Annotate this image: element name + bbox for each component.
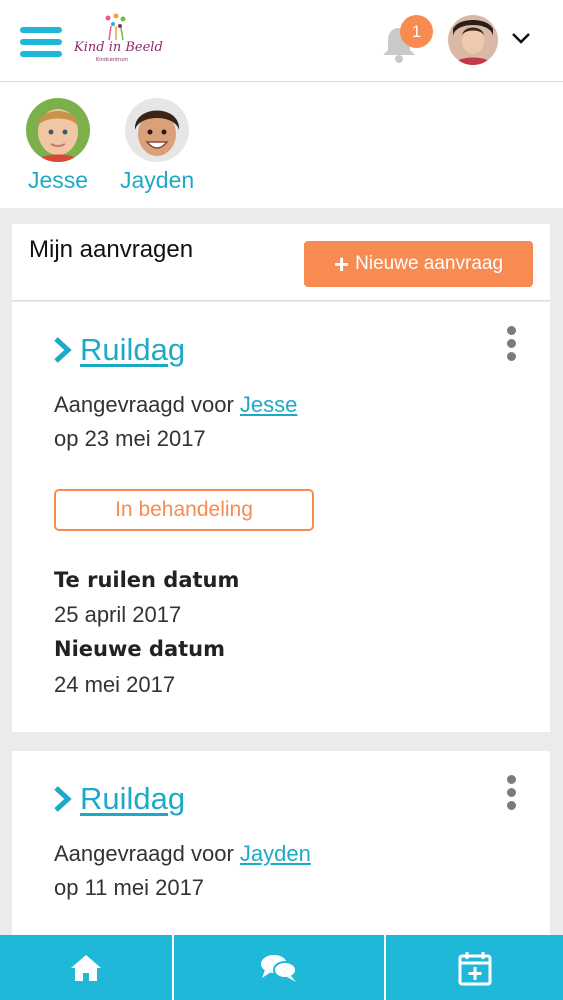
logo-subtitle: Kindcentrum xyxy=(96,57,129,63)
new-request-button[interactable]: + Nieuwe aanvraag xyxy=(304,241,533,287)
request-date: op 23 mei 2017 xyxy=(54,426,206,451)
chat-icon xyxy=(261,954,297,982)
request-card: Ruildag Aangevraagd voor Jayden op 11 me… xyxy=(12,751,550,951)
new-date-value: 24 mei 2017 xyxy=(54,672,176,697)
request-card: Ruildag Aangevraagd voor Jesse op 23 mei… xyxy=(12,302,550,732)
child-avatar xyxy=(26,98,90,162)
plus-icon: + xyxy=(333,249,350,279)
nav-calendar-add[interactable] xyxy=(386,935,563,1000)
logo[interactable]: Kind in Beeld Kindcentrum xyxy=(74,12,163,68)
requested-for-child-link[interactable]: Jesse xyxy=(240,392,297,417)
chevron-down-icon[interactable] xyxy=(510,28,532,48)
hamburger-menu-icon[interactable] xyxy=(20,27,62,63)
request-title: Ruildag xyxy=(80,332,186,367)
notification-badge[interactable]: 1 xyxy=(400,15,433,48)
chevron-right-icon xyxy=(54,337,72,363)
request-date: op 11 mei 2017 xyxy=(54,875,205,900)
home-icon xyxy=(71,954,101,981)
requested-for-line: Aangevraagd voor Jayden xyxy=(54,841,311,867)
child-jesse[interactable]: Jesse xyxy=(26,98,90,194)
requested-for-label: Aangevraagd voor xyxy=(54,841,234,866)
new-request-label: Nieuwe aanvraag xyxy=(355,253,504,274)
more-options-icon[interactable] xyxy=(504,775,518,811)
requests-panel-header: Mijn aanvragen + Nieuwe aanvraag xyxy=(12,224,550,301)
children-row: Jesse Jayden xyxy=(0,82,563,208)
request-title: Ruildag xyxy=(80,781,186,816)
logo-text: Kind in Beeld xyxy=(74,40,163,55)
requested-for-line: Aangevraagd voor Jesse xyxy=(54,392,297,418)
nav-home[interactable] xyxy=(0,935,174,1000)
child-name: Jesse xyxy=(27,167,89,193)
status-badge: In behandeling xyxy=(54,489,314,531)
chevron-right-icon xyxy=(54,786,72,812)
more-options-icon[interactable] xyxy=(504,326,518,362)
bottom-navigation xyxy=(0,935,563,1000)
calendar-add-icon xyxy=(458,951,491,985)
requested-for-child-link[interactable]: Jayden xyxy=(240,841,311,866)
child-name: Jayden xyxy=(120,167,195,193)
request-title-link[interactable]: Ruildag xyxy=(52,781,185,817)
request-title-link[interactable]: Ruildag xyxy=(52,332,185,368)
nav-messages[interactable] xyxy=(174,935,386,1000)
requested-for-label: Aangevraagd voor xyxy=(54,392,234,417)
page-title: Mijn aanvragen xyxy=(29,236,194,263)
child-jayden[interactable]: Jayden xyxy=(120,98,194,194)
new-date-label: Nieuwe datum xyxy=(54,637,225,661)
swap-date-label: Te ruilen datum xyxy=(54,568,240,592)
swap-date-value: 25 april 2017 xyxy=(54,602,182,627)
child-avatar xyxy=(125,98,190,162)
top-bar: Kind in Beeld Kindcentrum 1 xyxy=(0,0,563,82)
user-avatar[interactable] xyxy=(448,15,498,65)
